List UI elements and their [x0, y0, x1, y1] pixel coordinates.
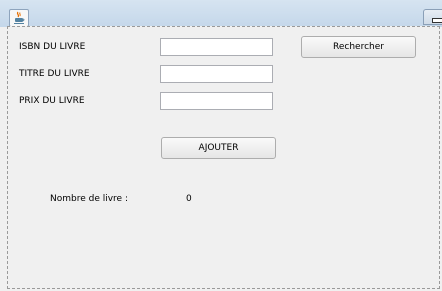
window-titlebar: [0, 0, 442, 27]
java-app-icon[interactable]: [9, 9, 29, 27]
isbn-input[interactable]: [160, 38, 273, 56]
title-label: TITRE DU LIVRE: [19, 69, 90, 79]
isbn-label: ISBN DU LIVRE: [19, 42, 86, 52]
search-button[interactable]: Rechercher: [301, 36, 416, 58]
price-input[interactable]: [160, 92, 273, 110]
book-count-label: Nombre de livre :: [50, 194, 128, 204]
book-count-value: 0: [186, 194, 192, 204]
price-label: PRIX DU LIVRE: [19, 96, 85, 106]
minimize-icon: [432, 18, 442, 23]
main-panel: ISBN DU LIVRE Rechercher TITRE DU LIVRE …: [7, 26, 440, 289]
add-button[interactable]: AJOUTER: [161, 137, 276, 159]
title-input[interactable]: [160, 65, 273, 83]
minimize-button[interactable]: [423, 9, 442, 25]
